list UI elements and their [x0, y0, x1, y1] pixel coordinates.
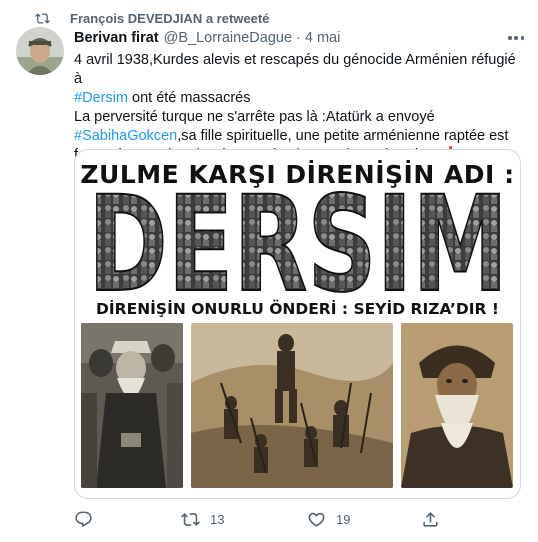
retweet-count: 13 — [210, 511, 225, 527]
share-icon — [423, 511, 438, 527]
reply-icon — [75, 511, 92, 527]
retweet-icon — [181, 512, 200, 526]
tweet-line-1: 4 avril 1938,Kurdes alevis et rescapés d… — [74, 52, 516, 87]
avatar-image — [16, 27, 64, 75]
reply-button[interactable] — [74, 505, 103, 533]
author-handle[interactable]: @B_LorraineDague — [164, 30, 292, 46]
retweet-attribution[interactable]: François DEVEDJIAN a retweeté — [35, 9, 269, 27]
tweet-line-2-rest: ont été massacrés — [127, 90, 251, 106]
poster-title: ZULME KARŞI DİRENİŞİN ADI : — [80, 160, 515, 189]
share-button[interactable] — [421, 505, 450, 533]
more-options-icon[interactable] — [506, 31, 526, 45]
heart-icon — [308, 512, 325, 527]
tweet-header: Berivan firat @B_LorraineDague · 4 mai — [74, 28, 526, 48]
avatar[interactable] — [16, 27, 64, 75]
hashtag-sabiha-gokcen[interactable]: #SabihaGokcen — [74, 128, 177, 144]
tweet-media-image[interactable]: ZULME KARŞI DİRENİŞİN ADI : DERSIM DİREN… — [74, 149, 521, 499]
author-name[interactable]: Berivan firat — [74, 30, 159, 46]
retweet-icon — [35, 13, 50, 24]
big-word-text: DERSIM — [88, 190, 508, 300]
photo-soldiers — [191, 323, 393, 488]
like-button[interactable]: 19 — [307, 505, 350, 533]
photo-elder-walking — [81, 323, 183, 488]
tweet-time[interactable]: 4 mai — [305, 30, 340, 46]
tweet-line-2: #Dersim ont été massacrés — [74, 89, 524, 108]
poster-subtitle: DİRENİŞİN ONURLU ÖNDERİ : SEYİD RIZA’DIR… — [96, 300, 499, 318]
like-count: 19 — [336, 511, 351, 527]
retweet-label[interactable]: François DEVEDJIAN a retweeté — [70, 11, 269, 26]
separator-dot: · — [296, 30, 301, 46]
tweet-line-3-start: La perversité turque ne s'arrête pas là … — [74, 109, 435, 125]
hashtag-dersim[interactable]: #Dersim — [74, 90, 128, 106]
poster-big-word: DERSIM — [87, 190, 509, 300]
photo-portrait — [401, 323, 513, 488]
tweet-actions: 13 19 — [74, 505, 524, 533]
tweet-body: 4 avril 1938,Kurdes alevis et rescapés d… — [74, 51, 524, 165]
retweet-button[interactable]: 13 — [181, 505, 224, 533]
